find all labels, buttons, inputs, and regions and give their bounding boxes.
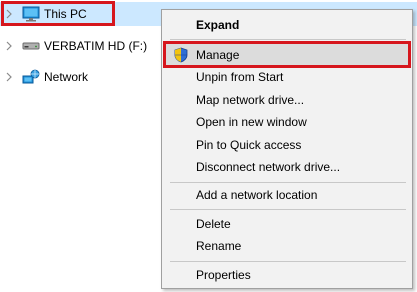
this-pc-highlight-box xyxy=(1,1,115,26)
menu-item-expand[interactable]: Expand xyxy=(164,14,410,36)
drive-icon xyxy=(22,38,40,54)
menu-item-label: Map network drive... xyxy=(196,93,305,107)
tree-item-label: VERBATIM HD (F:) xyxy=(44,39,148,53)
menu-separator xyxy=(170,39,406,40)
menu-item-open-in-new-window[interactable]: Open in new window xyxy=(164,111,410,133)
menu-separator xyxy=(170,182,406,183)
menu-item-label: Disconnect network drive... xyxy=(196,160,341,174)
manage-highlight-box xyxy=(163,41,411,68)
tree-item-network[interactable]: Network xyxy=(0,65,160,89)
menu-item-label: Delete xyxy=(196,217,231,231)
menu-item-pin-to-quick-access[interactable]: Pin to Quick access xyxy=(164,134,410,156)
menu-item-label: Open in new window xyxy=(196,115,307,129)
menu-item-label: Unpin from Start xyxy=(196,70,284,84)
menu-item-label: Rename xyxy=(196,239,242,253)
menu-item-label: Pin to Quick access xyxy=(196,138,302,152)
network-icon xyxy=(22,69,40,85)
menu-item-map-network-drive[interactable]: Map network drive... xyxy=(164,89,410,111)
explorer-window: This PC VERBATIM HD (F:) Network Expand … xyxy=(0,0,417,292)
chevron-right-icon[interactable] xyxy=(4,65,14,89)
tree-item-label: Network xyxy=(44,70,89,84)
menu-item-unpin-from-start[interactable]: Unpin from Start xyxy=(164,66,410,88)
menu-item-rename[interactable]: Rename xyxy=(164,235,410,257)
menu-item-delete[interactable]: Delete xyxy=(164,213,410,235)
menu-separator xyxy=(170,261,406,262)
tree-item-verbatim-drive[interactable]: VERBATIM HD (F:) xyxy=(0,34,160,58)
menu-item-disconnect-network-drive[interactable]: Disconnect network drive... xyxy=(164,156,410,178)
menu-item-label: Properties xyxy=(196,268,251,282)
menu-item-label: Expand xyxy=(196,18,240,32)
menu-item-properties[interactable]: Properties xyxy=(164,264,410,286)
menu-item-label: Add a network location xyxy=(196,188,318,202)
chevron-right-icon[interactable] xyxy=(4,34,14,58)
menu-separator xyxy=(170,209,406,210)
menu-item-add-network-location[interactable]: Add a network location xyxy=(164,184,410,206)
